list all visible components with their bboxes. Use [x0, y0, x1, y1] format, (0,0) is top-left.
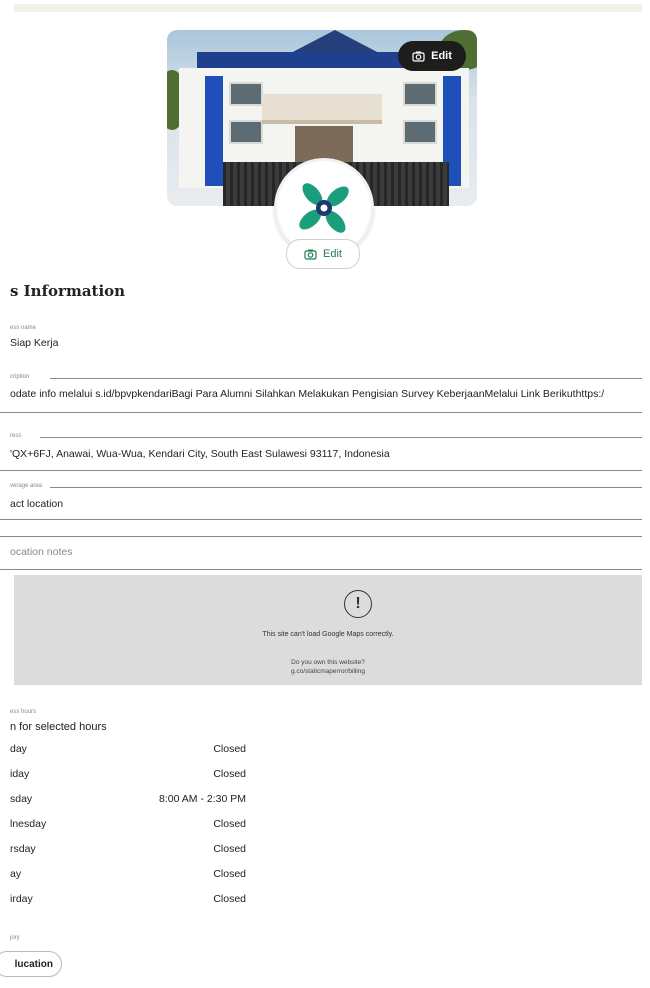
hours-row: sday 8:00 AM - 2:30 PM: [10, 793, 246, 813]
business-name-field[interactable]: ess name Siap Kerja: [0, 322, 642, 362]
description-label: cription: [10, 374, 30, 380]
hours-value[interactable]: n for selected hours: [10, 721, 107, 733]
category-chip[interactable]: lucation: [0, 951, 62, 977]
map-billing-link[interactable]: g.co/staticmaperror/billing: [14, 667, 642, 676]
hours-row: rsday Closed: [10, 843, 246, 863]
hours-row: lnesday Closed: [10, 818, 246, 838]
address-label: ress: [10, 433, 22, 439]
hours-row: ay Closed: [10, 868, 246, 888]
hours-label: ess hours: [10, 709, 37, 715]
coverage-area-value: act location: [10, 498, 64, 510]
edit-logo-label: Edit: [323, 248, 342, 260]
category-label: jory: [10, 935, 20, 941]
hours-time: Closed: [213, 768, 246, 780]
description-value: odate info melalui s.id/bpvpkendariBagi …: [10, 388, 605, 400]
camera-icon: [412, 51, 425, 62]
alert-icon: !: [344, 590, 372, 618]
hours-time: 8:00 AM - 2:30 PM: [159, 793, 246, 805]
hours-row: irday Closed: [10, 893, 246, 913]
coverage-area-label: verage area: [10, 483, 43, 489]
map-owner-question: Do you own this website?: [291, 659, 365, 666]
hours-day: day: [10, 743, 27, 755]
address-field[interactable]: ress 'QX+6FJ, Anawai, Wua-Wua, Kendari C…: [0, 432, 642, 472]
map-error-message: This site can't load Google Maps correct…: [262, 631, 394, 638]
hours-day: sday: [10, 793, 33, 805]
hours-row: iday Closed: [10, 768, 246, 788]
section-title: s Information: [10, 282, 126, 300]
hours-time: Closed: [213, 868, 246, 880]
business-name-label: ess name: [10, 325, 37, 331]
top-bar: [14, 4, 642, 12]
hours-row: day Closed: [10, 743, 246, 763]
hours-time: Closed: [213, 893, 246, 905]
coverage-area-field[interactable]: verage area act location: [0, 482, 642, 522]
edit-cover-button[interactable]: Edit: [398, 41, 466, 71]
location-notes-field[interactable]: ocation notes: [0, 534, 642, 572]
location-notes-placeholder: ocation notes: [10, 546, 73, 558]
edit-logo-button[interactable]: Edit: [286, 239, 360, 269]
hours-day: iday: [10, 768, 30, 780]
logo-icon: [299, 183, 349, 233]
hours-time: Closed: [213, 843, 246, 855]
description-field[interactable]: cription odate info melalui s.id/bpvpken…: [0, 372, 642, 414]
hours-day: lnesday: [10, 818, 47, 830]
map-error-panel: ! This site can't load Google Maps corre…: [14, 575, 642, 685]
edit-cover-label: Edit: [431, 50, 452, 62]
map-owner-text: Do you own this website? g.co/staticmape…: [14, 658, 642, 676]
business-name-value: Siap Kerja: [10, 337, 59, 349]
hours-time: Closed: [213, 743, 246, 755]
hours-day: rsday: [10, 843, 36, 855]
hours-day: ay: [10, 868, 22, 880]
camera-icon: [304, 249, 317, 260]
hours-day: irday: [10, 893, 33, 905]
address-value: 'QX+6FJ, Anawai, Wua-Wua, Kendari City, …: [10, 448, 390, 460]
hours-time: Closed: [213, 818, 246, 830]
